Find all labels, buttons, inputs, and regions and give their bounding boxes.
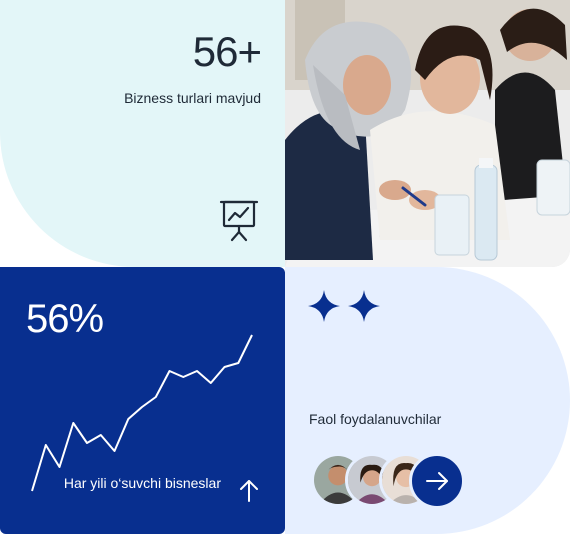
business-types-card: 56+ Bizness turlari mavjud xyxy=(0,0,285,267)
business-types-value: 56+ xyxy=(192,28,262,75)
sparkle-icon xyxy=(308,290,380,322)
business-types-label: Bizness turlari mavjud xyxy=(124,90,261,106)
view-users-button[interactable] xyxy=(409,453,465,509)
presentation-chart-icon xyxy=(219,200,259,242)
growth-trend-line xyxy=(31,334,253,492)
growth-label: Har yili o‘suvchi bisneslar xyxy=(63,475,221,491)
arrow-up-icon xyxy=(240,480,258,502)
students-photo xyxy=(285,0,570,267)
growth-card: 56% Har yili o‘suvchi bisneslar xyxy=(0,267,285,534)
students-illustration xyxy=(285,0,570,267)
active-users-card: Faol foydalanuvchilar xyxy=(285,267,570,534)
active-users-label: Faol foydalanuvchilar xyxy=(309,411,442,427)
arrow-right-icon xyxy=(426,472,448,490)
